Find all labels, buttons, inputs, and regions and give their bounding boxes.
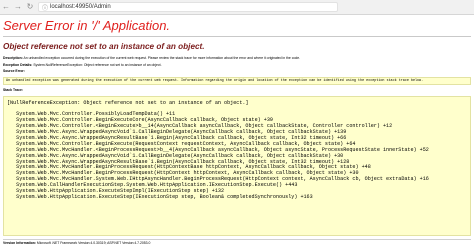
exception-row: Exception Details: System.NullReferenceE… [3,63,471,68]
back-arrow-icon[interactable]: ← [0,0,12,14]
browser-toolbar: ← → ↻ ⓘ localhost:49950/Admin [0,0,474,15]
forward-arrow-icon[interactable]: → [12,0,24,14]
description-label: Description: [3,56,23,60]
description-row: Description: An unhandled exception occu… [3,56,471,61]
stack-trace-row: Stack Trace: [3,88,471,93]
reload-icon[interactable]: ↻ [24,0,36,14]
exception-text: System.NullReferenceException: Object re… [33,62,162,67]
title-divider [3,36,471,37]
source-error-label: Source Error: [3,69,25,73]
version-divider [3,238,471,240]
stack-trace-box: [NullReferenceException: Object referenc… [3,95,471,236]
error-page: Server Error in '/' Application. Object … [0,18,474,245]
stack-trace-label: Stack Trace: [3,88,23,92]
version-info: Version Information: Microsoft .NET Fram… [3,241,471,246]
source-error-row: Source Error: [3,69,471,74]
source-error-text: An unhandled exception was generated dur… [6,78,424,83]
error-subtitle: Object reference not set to an instance … [3,42,205,51]
url-text[interactable]: localhost:49950/Admin [50,4,111,10]
source-error-box: An unhandled exception was generated dur… [3,76,471,85]
description-text: An unhandled exception occurred during t… [23,56,301,60]
exception-label: Exception Details: [3,62,33,67]
info-icon[interactable]: ⓘ [42,3,48,12]
address-bar[interactable]: ⓘ localhost:49950/Admin [38,2,338,12]
version-text: Microsoft .NET Framework Version:4.0.303… [36,240,151,245]
version-label: Version Information: [3,240,36,245]
stack-line: System.Web.HttpApplication.ExecuteStep(I… [7,194,313,200]
page-title: Server Error in '/' Application. [3,18,171,33]
